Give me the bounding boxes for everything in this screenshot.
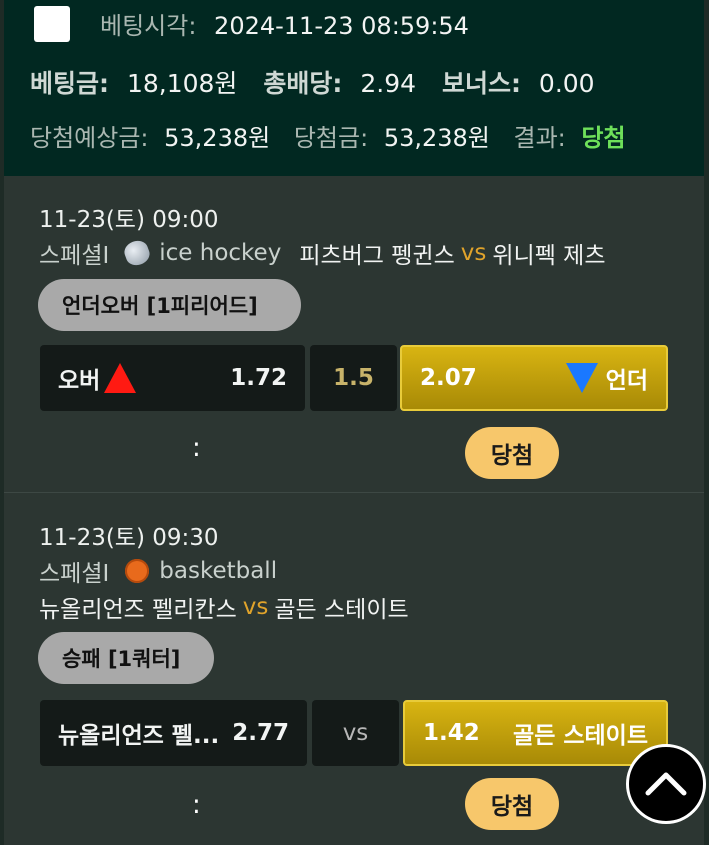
status-badge: 당첨 bbox=[465, 778, 559, 830]
score-display: : bbox=[192, 790, 201, 820]
vs-divider: vs bbox=[312, 700, 399, 766]
bet-summary-header: 베팅시각: 2024-11-23 08:59:54 베팅금: 18,108원 총… bbox=[4, 0, 704, 176]
sport-label: basketball bbox=[159, 558, 278, 584]
market-badge: 언더오버 [1피리어드] bbox=[38, 279, 301, 331]
sport-label: ice hockey bbox=[159, 240, 282, 266]
expected-label: 당첨예상금: bbox=[30, 124, 149, 152]
match-meta: 스페셜I basketball bbox=[39, 554, 277, 588]
away-team: 위니펙 제츠 bbox=[492, 243, 606, 269]
down-triangle-icon bbox=[565, 363, 598, 393]
home-team: 뉴올리언즈 펠리칸스 bbox=[39, 597, 237, 623]
option-label: 언더 bbox=[605, 368, 648, 394]
score-display: : bbox=[192, 433, 201, 463]
vs-label: vs bbox=[242, 594, 269, 620]
option-odds: 1.72 bbox=[230, 365, 287, 391]
odds-option-over[interactable]: 오버 1.72 bbox=[40, 345, 305, 411]
bonus-label: 보너스: bbox=[441, 69, 521, 98]
win-amount-value: 53,238원 bbox=[383, 124, 490, 152]
odds-option-away-selected[interactable]: 1.42 골든 스테이트 bbox=[403, 700, 668, 766]
odds-option-under-selected[interactable]: 2.07 언더 bbox=[400, 345, 668, 411]
bet-time-row: 베팅시각: 2024-11-23 08:59:54 bbox=[100, 6, 469, 41]
handicap-line: 1.5 bbox=[310, 345, 397, 411]
option-odds: 1.42 bbox=[423, 720, 480, 746]
stake-row: 베팅금: 18,108원 총배당: 2.94 보너스: 0.00 bbox=[30, 64, 595, 100]
market-badge: 승패 [1쿼터] bbox=[38, 632, 214, 684]
win-amount-label: 당첨금: bbox=[293, 124, 369, 152]
status-badge: 당첨 bbox=[465, 427, 559, 479]
stake-label: 베팅금: bbox=[30, 69, 109, 98]
match-meta: 스페셜I ice hockey 피츠버그 펭귄스 vs 위니펙 제츠 bbox=[39, 236, 606, 270]
match-datetime: 11-23(토) 09:00 bbox=[39, 207, 219, 233]
bet-time: 2024-11-23 08:59:54 bbox=[214, 12, 469, 40]
away-team: 골든 스테이트 bbox=[274, 597, 409, 623]
hockey-puck-icon bbox=[121, 237, 153, 269]
match-datetime: 11-23(토) 09:30 bbox=[39, 525, 219, 551]
total-odds-value: 2.94 bbox=[360, 69, 417, 98]
match-teams: 뉴올리언즈 펠리칸스 vs 골든 스테이트 bbox=[39, 590, 409, 624]
league-label: 스페셜I bbox=[39, 243, 110, 269]
vs-label: vs bbox=[460, 240, 487, 266]
option-label: 골든 스테이트 bbox=[513, 723, 648, 749]
home-team: 피츠버그 펭귄스 bbox=[299, 243, 455, 269]
option-label: 오버 bbox=[58, 368, 101, 394]
scroll-to-top-button[interactable] bbox=[626, 744, 706, 824]
option-label: 뉴올리언즈 펠... bbox=[58, 723, 220, 749]
league-label: 스페셜I bbox=[39, 561, 110, 587]
option-odds: 2.07 bbox=[420, 365, 477, 391]
total-odds-label: 총배당: bbox=[263, 69, 343, 98]
select-checkbox[interactable] bbox=[34, 6, 70, 42]
up-triangle-icon bbox=[104, 363, 137, 393]
basketball-icon bbox=[125, 559, 150, 583]
bonus-value: 0.00 bbox=[538, 69, 595, 98]
expected-value: 53,238원 bbox=[164, 124, 271, 152]
result-value: 당첨 bbox=[581, 124, 626, 152]
odds-option-home[interactable]: 뉴올리언즈 펠... 2.77 bbox=[40, 700, 307, 766]
payout-row: 당첨예상금: 53,238원 당첨금: 53,238원 결과: 당첨 bbox=[30, 118, 626, 153]
stake-value: 18,108원 bbox=[126, 69, 238, 98]
bet-time-label: 베팅시각: bbox=[100, 12, 197, 40]
result-label: 결과: bbox=[513, 124, 566, 152]
option-odds: 2.77 bbox=[232, 720, 289, 746]
chevron-up-icon bbox=[645, 772, 687, 796]
